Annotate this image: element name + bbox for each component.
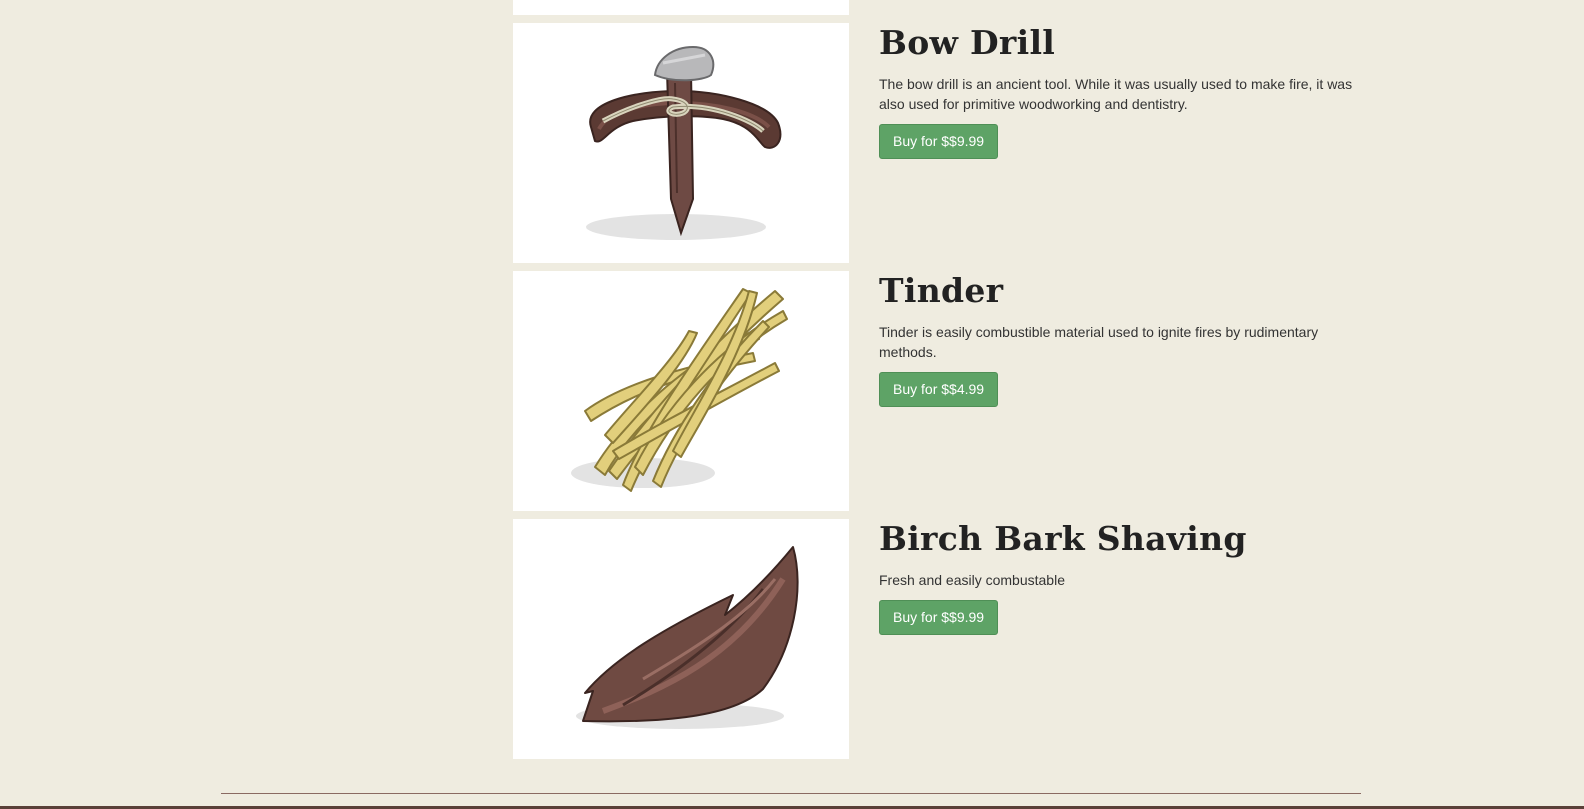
buy-button[interactable]: Buy for $$4.99 — [879, 372, 999, 407]
tinder-icon — [571, 288, 788, 492]
product-image-card — [513, 23, 849, 263]
product-info: Bow Drill The bow drill is an ancient to… — [879, 23, 1369, 159]
product-image-card — [513, 271, 849, 511]
product-title: Bow Drill — [879, 23, 1056, 62]
buy-button[interactable]: Buy for $$9.99 — [879, 124, 999, 159]
buy-button[interactable]: Buy for $$9.99 — [879, 600, 999, 635]
product-title: Tinder — [879, 271, 1004, 310]
bow-drill-icon — [586, 45, 782, 240]
product-info: Birch Bark Shaving Fresh and easily comb… — [879, 519, 1369, 635]
product-item-bow-drill: Bow Drill The bow drill is an ancient to… — [513, 23, 1373, 263]
product-description: Fresh and easily combustable — [879, 572, 1065, 588]
product-image-card — [513, 519, 849, 759]
product-item-tinder: Tinder Tinder is easily combustible mate… — [513, 271, 1373, 511]
product-description: The bow drill is an ancient tool. While … — [879, 76, 1353, 112]
product-info: Tinder Tinder is easily combustible mate… — [879, 271, 1369, 407]
footer-divider — [221, 793, 1361, 794]
previous-product-image-card — [513, 0, 849, 15]
product-title: Birch Bark Shaving — [879, 519, 1247, 558]
birch-bark-icon — [576, 546, 799, 729]
product-item-birch-bark-shaving: Birch Bark Shaving Fresh and easily comb… — [513, 519, 1373, 759]
product-description: Tinder is easily combustible material us… — [879, 324, 1319, 360]
